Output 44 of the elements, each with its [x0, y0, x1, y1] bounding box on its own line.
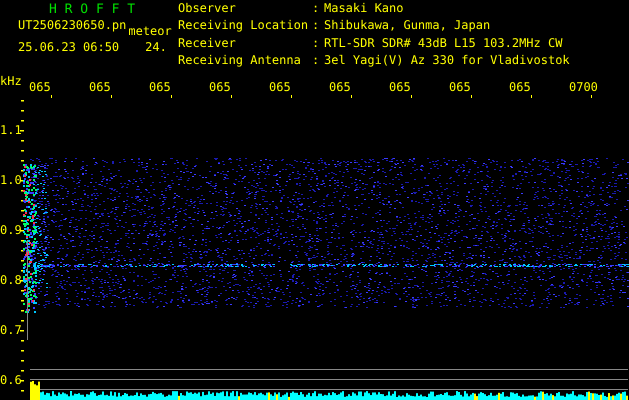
frequency-label: 0.6 [0, 373, 23, 387]
time-label: 065 [89, 80, 111, 94]
tick-mark [591, 95, 592, 98]
time-label: 065 [329, 80, 351, 94]
frequency-label: 0.8 [0, 273, 23, 287]
field-value: Shibukawa, Gunma, Japan [324, 20, 492, 34]
frequency-label: 0.7 [0, 323, 23, 337]
program-title: H R O F F T [48, 3, 136, 16]
time-label: 065 [29, 80, 51, 94]
field-separator: : [312, 38, 320, 52]
date-time: 25.06.23 06:50 [18, 42, 120, 53]
time-label: 065 [389, 80, 411, 94]
time-label: 0700 [569, 80, 598, 94]
time-label: 065 [269, 80, 291, 94]
unit-label: kHz [0, 73, 23, 90]
field-separator: : [312, 20, 320, 34]
frequency-label: 1.0 [0, 173, 23, 187]
count-value: 24. [145, 42, 167, 53]
tick-mark [51, 95, 52, 98]
tick-mark [411, 95, 412, 98]
field-label: Receiving Location [178, 20, 310, 34]
time-label: 065 [449, 80, 471, 94]
field-label: Observer [178, 3, 237, 17]
tick-mark [291, 95, 292, 98]
field-value: Masaki Kano [324, 3, 404, 17]
time-label: 065 [149, 80, 171, 94]
tick-mark [111, 95, 112, 98]
field-value: 3el Yagi(V) Az 330 for Vladivostok [324, 54, 570, 69]
frequency-label: 0.9 [0, 223, 23, 237]
tick-mark [471, 95, 472, 98]
frequency-label: 1.1 [0, 123, 23, 137]
time-label: 065 [509, 80, 531, 94]
tick-mark [171, 95, 172, 98]
file-name: UT2506230650.pn [18, 20, 126, 32]
field-separator: : [312, 3, 320, 17]
tick-mark [351, 95, 352, 98]
field-label: Receiving Antenna [178, 54, 302, 69]
tick-mark [531, 95, 532, 98]
field-value: RTL-SDR SDR# 43dB L15 103.2MHz CW [324, 38, 564, 52]
tick-mark [231, 95, 232, 98]
event-type: meteor [128, 26, 172, 38]
field-label: Receiver [178, 38, 237, 52]
field-separator: : [312, 54, 320, 69]
time-label: 065 [209, 80, 231, 94]
